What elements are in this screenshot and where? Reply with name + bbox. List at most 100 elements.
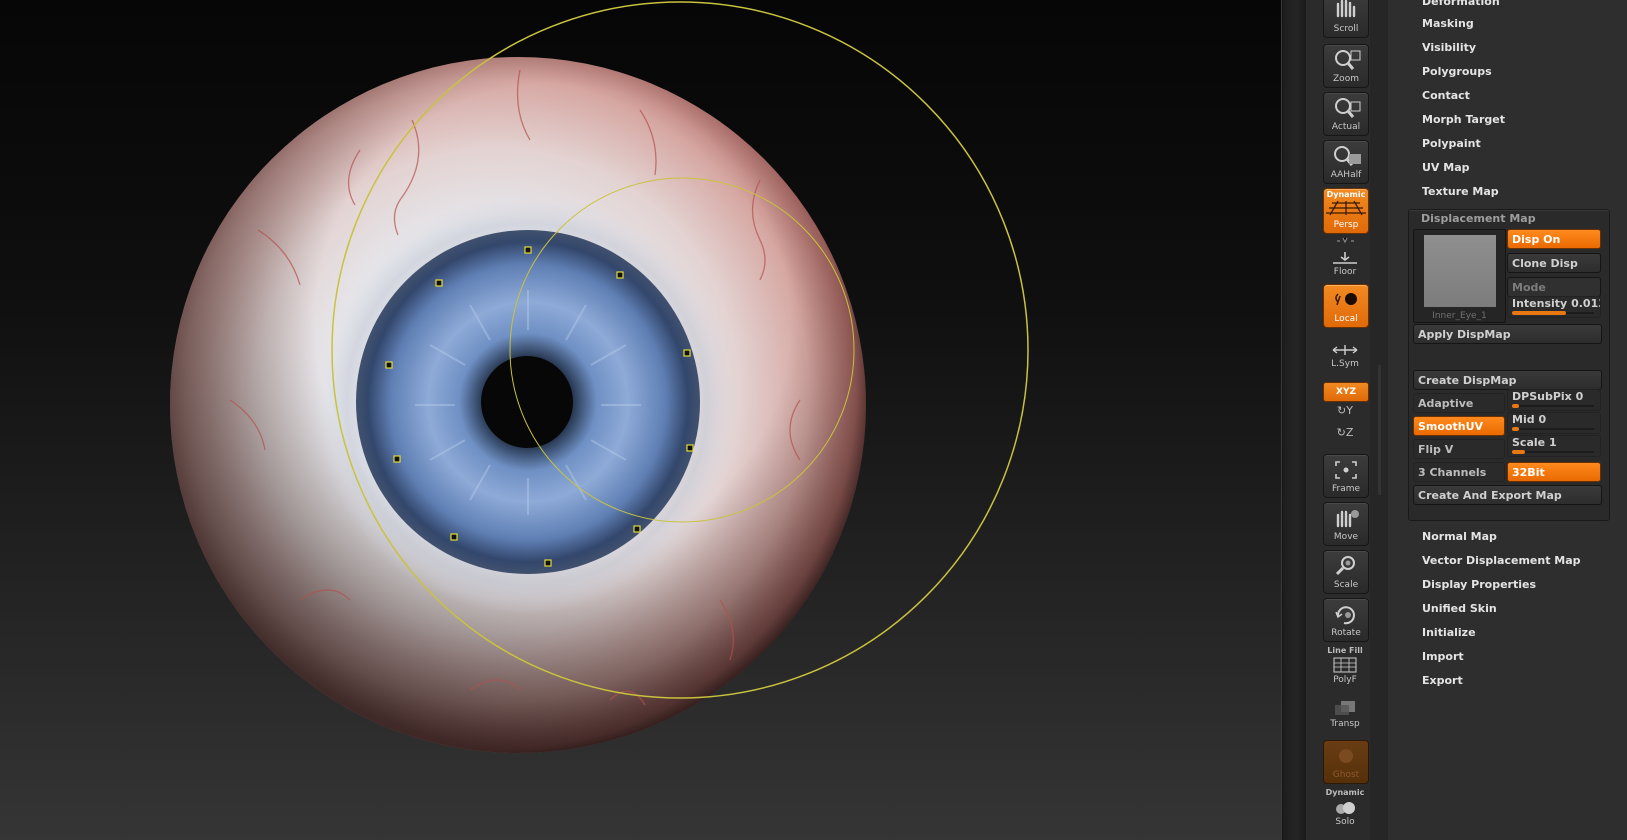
- handle-point: [385, 361, 393, 369]
- menu-polypaint[interactable]: Polypaint: [1422, 134, 1481, 154]
- polyframe-grid-icon: [1333, 657, 1357, 673]
- zoom-actual-icon: [1335, 98, 1361, 118]
- dpsubpix-value: 0: [1575, 390, 1584, 403]
- menu-masking[interactable]: Masking: [1422, 14, 1474, 34]
- floor-icon: [1333, 252, 1357, 264]
- mid-value: 0: [1538, 413, 1547, 426]
- smoothuv-button[interactable]: SmoothUV: [1413, 416, 1505, 436]
- frame-button[interactable]: Frame: [1323, 454, 1369, 498]
- ghost-button[interactable]: Ghost: [1323, 740, 1369, 784]
- flip-v-button[interactable]: Flip V: [1413, 439, 1505, 459]
- menu-visibility[interactable]: Visibility: [1422, 38, 1476, 58]
- right-shelf: Scroll Zoom Actual AAHalf Dynamic Persp …: [1305, 0, 1371, 840]
- scale-label: Scale: [1512, 436, 1546, 449]
- intensity-label: Intensity: [1512, 297, 1568, 310]
- menu-export[interactable]: Export: [1422, 671, 1463, 691]
- handle-point: [686, 444, 694, 452]
- move-button[interactable]: Move: [1323, 502, 1369, 546]
- scale-icon: [1335, 556, 1355, 576]
- local-button[interactable]: Local: [1323, 284, 1369, 328]
- perspective-grid-icon: [1326, 200, 1366, 216]
- zoom-button[interactable]: Zoom: [1323, 44, 1369, 88]
- menu-display-properties[interactable]: Display Properties: [1422, 575, 1536, 595]
- mid-slider[interactable]: Mid 0: [1507, 412, 1601, 434]
- sym-small-icons: [1323, 236, 1367, 246]
- move-hand-icon: [1336, 510, 1359, 528]
- menu-import[interactable]: Import: [1422, 647, 1464, 667]
- mode-button[interactable]: Mode: [1507, 277, 1601, 297]
- frame-icon: [1335, 461, 1357, 479]
- channels-button[interactable]: 3 Channels: [1413, 462, 1505, 482]
- adaptive-button[interactable]: Adaptive: [1413, 393, 1505, 413]
- dpsubpix-slider-fill: [1512, 404, 1519, 408]
- rotate-z-button[interactable]: ↻Z: [1323, 426, 1367, 439]
- scale-slider-fill: [1512, 450, 1526, 454]
- menu-deformation[interactable]: Deformation: [1422, 0, 1500, 12]
- floor-button[interactable]: Floor: [1323, 250, 1367, 278]
- ghost-icon: [1339, 749, 1353, 763]
- polyf-button[interactable]: Line Fill PolyF: [1323, 646, 1367, 686]
- disp-on-button[interactable]: Disp On: [1507, 229, 1601, 249]
- displacement-map-panel: Displacement Map Inner_Eye_1 Disp On Clo…: [1408, 209, 1610, 521]
- scale-value: 1: [1548, 436, 1557, 449]
- menu-morph-target[interactable]: Morph Target: [1422, 110, 1505, 130]
- solo-spheres-icon: [1336, 802, 1355, 814]
- symmetry-arrows-icon: [1332, 345, 1358, 355]
- zoom-aahalf-icon: [1334, 146, 1361, 166]
- intensity-value: 0.013: [1571, 297, 1600, 310]
- menu-normal-map[interactable]: Normal Map: [1422, 527, 1497, 547]
- displacement-map-title[interactable]: Displacement Map: [1421, 212, 1536, 225]
- menu-vector-displacement-map[interactable]: Vector Displacement Map: [1422, 551, 1581, 571]
- dpsubpix-label: DPSubPix: [1512, 390, 1572, 403]
- aahalf-button[interactable]: AAHalf: [1323, 140, 1369, 184]
- handle-point: [524, 246, 532, 254]
- persp-button[interactable]: Dynamic Persp: [1323, 188, 1369, 234]
- thumbnail-caption: Inner_Eye_1: [1432, 311, 1487, 321]
- axis-mini-icon: [1337, 237, 1354, 244]
- rotate-icon: [1335, 606, 1355, 625]
- handle-point: [435, 279, 443, 287]
- zoom-icon: [1335, 50, 1361, 70]
- scroll-grip[interactable]: [1378, 365, 1381, 495]
- apply-dispmap-button[interactable]: Apply DispMap: [1413, 324, 1602, 344]
- handle-point: [633, 525, 641, 533]
- menu-initialize[interactable]: Initialize: [1422, 623, 1476, 643]
- handle-point: [450, 533, 458, 541]
- handle-point: [393, 455, 401, 463]
- viewport-divider[interactable]: [1281, 0, 1306, 840]
- rotate-button[interactable]: Rotate: [1323, 598, 1369, 642]
- scale-slider[interactable]: Scale 1: [1507, 435, 1601, 457]
- rotate-y-button[interactable]: ↻Y: [1323, 404, 1367, 417]
- scroll-button[interactable]: Scroll: [1323, 0, 1369, 38]
- solo-button[interactable]: Dynamic Solo: [1323, 788, 1367, 828]
- mid-slider-fill: [1512, 427, 1519, 431]
- xyz-rotation-button[interactable]: XYZ: [1323, 382, 1369, 402]
- menu-unified-skin[interactable]: Unified Skin: [1422, 599, 1497, 619]
- hand-icon: [1336, 0, 1356, 18]
- palette-gutter[interactable]: [1370, 0, 1388, 840]
- viewport-canvas[interactable]: [0, 0, 1281, 840]
- 3d-viewport[interactable]: [0, 0, 1281, 840]
- handle-point: [616, 271, 624, 279]
- menu-texture-map[interactable]: Texture Map: [1422, 182, 1499, 202]
- create-export-map-button[interactable]: Create And Export Map: [1413, 485, 1602, 505]
- dpsubpix-slider[interactable]: DPSubPix 0: [1507, 389, 1601, 411]
- menu-uv-map[interactable]: UV Map: [1422, 158, 1470, 178]
- create-dispmap-button[interactable]: Create DispMap: [1413, 370, 1602, 390]
- intensity-slider[interactable]: Intensity 0.013: [1507, 296, 1601, 318]
- menu-contact[interactable]: Contact: [1422, 86, 1470, 106]
- intensity-slider-fill: [1512, 311, 1567, 315]
- handle-point: [544, 559, 552, 567]
- 32bit-button[interactable]: 32Bit: [1507, 462, 1601, 482]
- mid-label: Mid: [1512, 413, 1535, 426]
- displacement-thumbnail[interactable]: Inner_Eye_1: [1413, 229, 1506, 323]
- transp-button[interactable]: Transp: [1323, 700, 1367, 730]
- scale-button[interactable]: Scale: [1323, 550, 1369, 594]
- local-transform-icon: [1335, 293, 1357, 306]
- lsym-button[interactable]: L.Sym: [1323, 342, 1367, 370]
- tool-palette: Deformation Masking Visibility Polygroup…: [1388, 0, 1627, 840]
- clone-disp-button[interactable]: Clone Disp: [1507, 253, 1601, 273]
- actual-button[interactable]: Actual: [1323, 92, 1369, 136]
- menu-polygroups[interactable]: Polygroups: [1422, 62, 1492, 82]
- eyeball-model[interactable]: [170, 57, 866, 753]
